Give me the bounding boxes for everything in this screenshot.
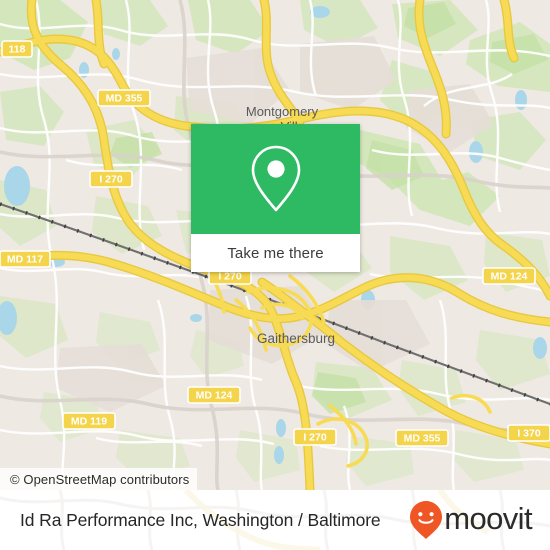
route-shield: 118 — [1, 40, 33, 58]
route-shield-label: MD 355 — [106, 93, 143, 105]
route-shield: MD 355 — [395, 429, 449, 447]
route-shield-label: MD 124 — [491, 271, 528, 283]
moovit-wordmark: moovit — [444, 501, 532, 536]
footer-place-title: Id Ra Performance Inc, Washington / Balt… — [20, 509, 381, 530]
route-shield-label: MD 117 — [7, 254, 43, 266]
map-pin-icon — [251, 145, 300, 212]
route-shield-label: MD 124 — [196, 390, 233, 402]
take-me-there-label: Take me there — [227, 244, 324, 262]
osm-attribution-text: © OpenStreetMap contributors — [10, 471, 190, 487]
route-shield-label: 118 — [9, 44, 26, 56]
route-shield-label: MD 355 — [404, 433, 441, 445]
route-shield-label: I 370 — [517, 428, 541, 440]
route-shield: I 270 — [89, 170, 133, 188]
place-popup-card[interactable]: Take me there — [191, 124, 360, 272]
route-shield: I 370 — [507, 424, 550, 442]
moovit-brand: moovit — [409, 500, 533, 540]
osm-attribution: © OpenStreetMap contributors — [0, 468, 198, 490]
route-shield: MD 355 — [97, 89, 151, 107]
moovit-smiley-pin-icon — [410, 501, 443, 539]
screenshot-root: Montgomery Village Gaithersburg 118MD 35… — [0, 0, 550, 550]
map-label-gaithersburg: Gaithersburg — [257, 331, 335, 346]
route-shield: MD 124 — [187, 386, 241, 404]
route-shield: MD 117 — [0, 250, 51, 268]
route-shield: MD 124 — [482, 267, 536, 285]
take-me-there-button[interactable]: Take me there — [191, 234, 360, 272]
route-shield: I 270 — [293, 428, 337, 446]
route-shield-label: I 270 — [303, 432, 327, 444]
map-label-montgomery: Montgomery — [246, 104, 319, 119]
route-shield-label: I 270 — [218, 271, 242, 283]
route-shield-label: I 270 — [99, 174, 123, 186]
footer-bar: Id Ra Performance Inc, Washington / Balt… — [0, 490, 550, 550]
place-popup-image — [191, 124, 360, 234]
route-shield: MD 119 — [62, 412, 116, 430]
route-shield-label: MD 119 — [71, 416, 107, 428]
